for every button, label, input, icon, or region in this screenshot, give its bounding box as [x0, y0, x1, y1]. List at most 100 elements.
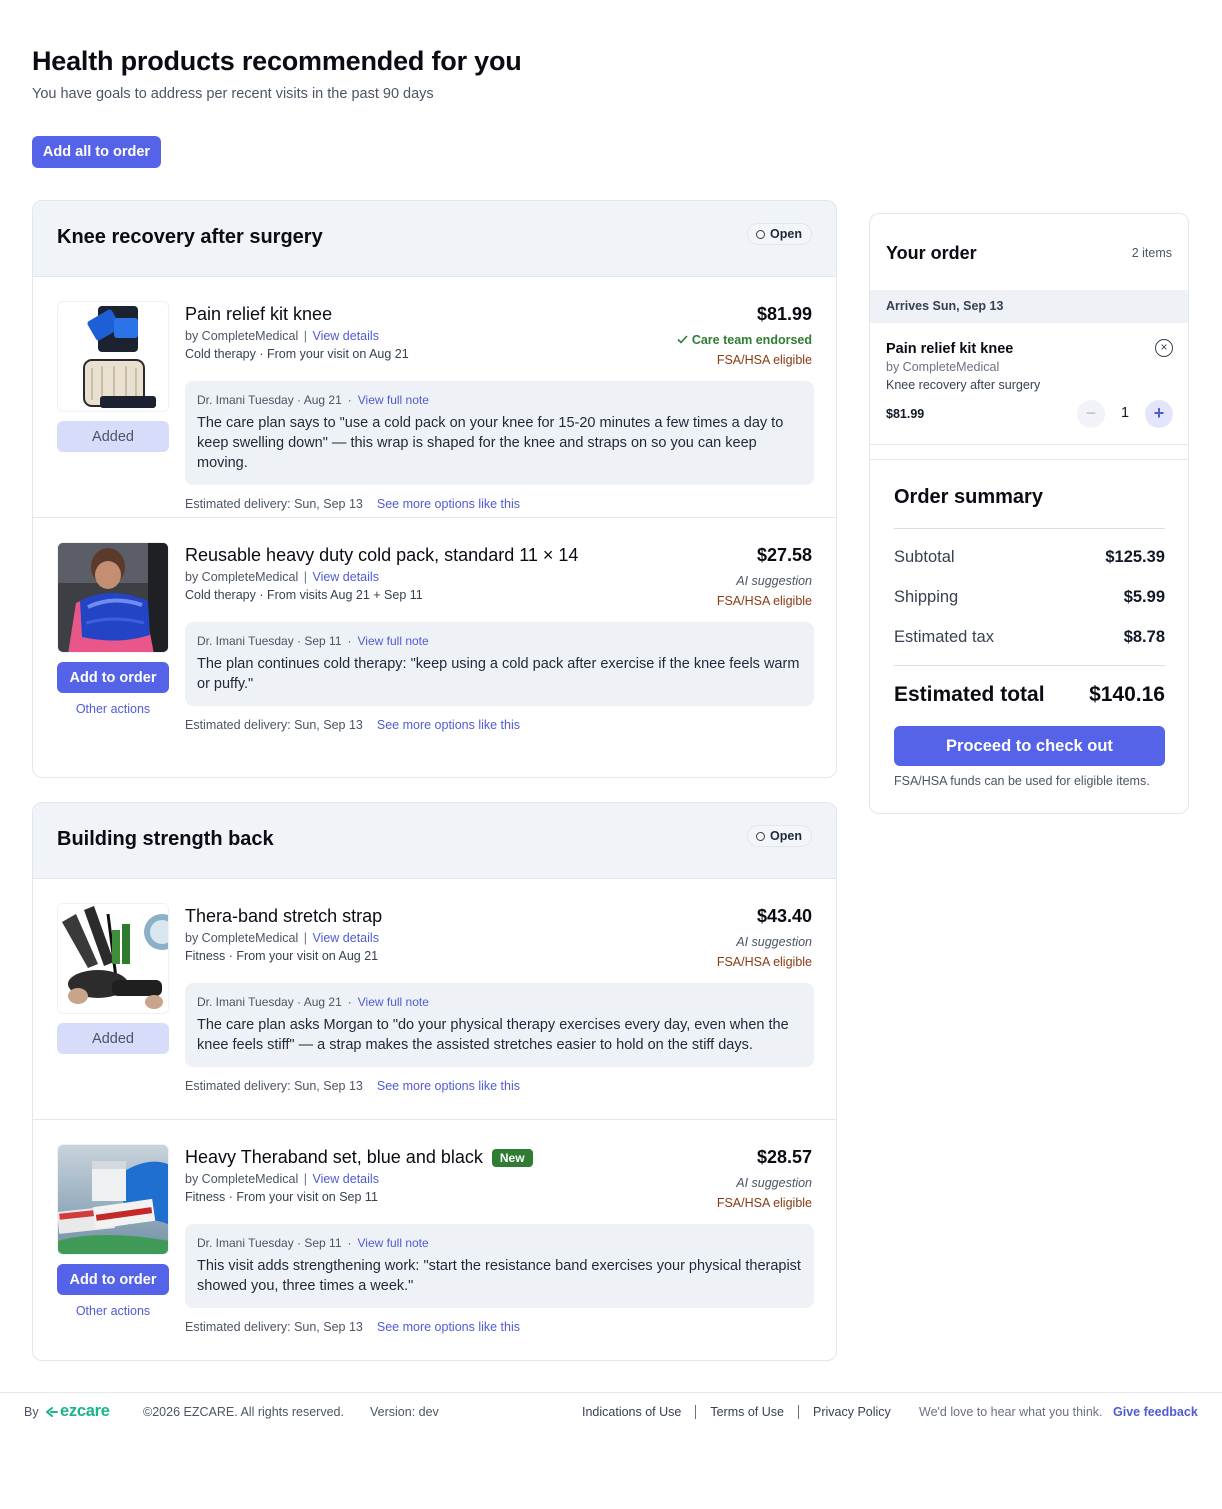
- page-title: Health products recommended for you: [32, 46, 522, 76]
- product-name-text: Thera-band stretch strap: [185, 906, 383, 926]
- note-separator: ·: [347, 995, 352, 1009]
- terms-of-use-link[interactable]: Terms of Use: [710, 1405, 784, 1419]
- add-all-button[interactable]: Add all to order: [32, 136, 161, 168]
- product-price: $28.57: [756, 1147, 812, 1167]
- stretch-strap-illustration: [58, 904, 168, 1013]
- view-details-link[interactable]: View details: [312, 570, 378, 584]
- goal-card-building-strength: Building strength back Open Added Thera-…: [32, 802, 837, 1361]
- vendor-name: by CompleteMedical: [185, 329, 299, 343]
- care-note: Dr. Imani Tuesday · Sep 11 · View full not…: [185, 622, 814, 706]
- product-vendor: by CompleteMedical | View details: [185, 570, 379, 584]
- delivery-info: Estimated delivery: Sun, Sep 13 See more …: [185, 497, 520, 511]
- see-more-options-link[interactable]: See more options like this: [377, 718, 520, 732]
- delivery-estimate: Estimated delivery: Sun, Sep 13: [185, 1079, 363, 1093]
- care-team-endorsed-tag: Care team endorsed: [677, 333, 812, 347]
- add-to-order-button[interactable]: Add to order: [57, 1264, 169, 1295]
- goal-title: Building strength back: [57, 828, 274, 850]
- endorsed-label: Care team endorsed: [691, 333, 812, 347]
- tax-row: Estimated tax $8.78: [894, 628, 1165, 647]
- indications-of-use-link[interactable]: Indications of Use: [582, 1405, 681, 1419]
- remove-item-icon[interactable]: ×: [1155, 339, 1173, 357]
- status-badge: Open: [747, 223, 812, 245]
- goal-title: Knee recovery after surgery: [57, 226, 323, 248]
- total-value: $140.16: [1089, 683, 1165, 706]
- added-button[interactable]: Added: [57, 1023, 169, 1054]
- subtotal-label: Subtotal: [894, 548, 955, 566]
- other-actions-link[interactable]: Other actions: [57, 1304, 169, 1318]
- delivery-info: Estimated delivery: Sun, Sep 13 See more …: [185, 718, 520, 732]
- view-full-note-link[interactable]: View full note: [358, 634, 429, 648]
- order-title: Your order: [886, 243, 977, 263]
- product-vendor: by CompleteMedical | View details: [185, 1172, 379, 1186]
- note-header: Dr. Imani Tuesday · Sep 11 · View full not…: [197, 1236, 802, 1250]
- product-name-text: Pain relief kit knee: [185, 304, 333, 324]
- product-name[interactable]: Heavy Theraband set, blue and black New: [185, 1147, 533, 1168]
- see-more-options-link[interactable]: See more options like this: [377, 1320, 520, 1334]
- product-image-theraband-set[interactable]: [57, 1144, 169, 1255]
- ezcare-logo-icon: [46, 1406, 58, 1417]
- product-name[interactable]: Pain relief kit knee: [185, 304, 332, 325]
- product-row: Added Thera-band stretch strap by Comple…: [33, 879, 836, 1120]
- note-header: Dr. Imani Tuesday · Sep 11 · View full not…: [197, 634, 802, 648]
- added-button[interactable]: Added: [57, 421, 169, 452]
- view-details-link[interactable]: View details: [312, 1172, 378, 1186]
- view-details-link[interactable]: View details: [312, 329, 378, 343]
- product-price: $43.40: [756, 906, 812, 926]
- note-header: Dr. Imani Tuesday · Aug 21 · View full not…: [197, 393, 802, 407]
- product-image-cold-pack[interactable]: [57, 542, 169, 653]
- product-meta: Fitness · From your visit on Sep 11: [185, 1190, 378, 1204]
- product-name-text: Heavy Theraband set, blue and black: [185, 1147, 483, 1167]
- delivery-info: Estimated delivery: Sun, Sep 13 See more …: [185, 1079, 520, 1093]
- give-feedback-link[interactable]: Give feedback: [1113, 1405, 1198, 1419]
- goal-card-knee-recovery: Knee recovery after surgery Open Added P…: [32, 200, 837, 778]
- note-header: Dr. Imani Tuesday · Aug 21 · View full not…: [197, 995, 802, 1009]
- status-label: Open: [770, 829, 802, 843]
- quantity-increase-button[interactable]: +: [1145, 400, 1173, 428]
- view-details-link[interactable]: View details: [312, 931, 378, 945]
- add-to-order-button[interactable]: Add to order: [57, 662, 169, 693]
- page-subtitle: You have goals to address per recent vis…: [32, 86, 434, 102]
- subtotal-row: Subtotal $125.39: [894, 548, 1165, 567]
- shipping-value: $5.99: [1123, 588, 1165, 606]
- see-more-options-link[interactable]: See more options like this: [377, 497, 520, 511]
- product-name-text: Reusable heavy duty cold pack, standard …: [185, 545, 579, 565]
- ai-suggestion-tag: AI suggestion: [736, 935, 812, 949]
- product-name[interactable]: Thera-band stretch strap: [185, 906, 382, 927]
- footer-links: Indications of Use Terms of Use Privacy …: [582, 1405, 891, 1419]
- product-vendor: by CompleteMedical | View details: [185, 931, 379, 945]
- product-vendor: by CompleteMedical | View details: [185, 329, 379, 343]
- care-note: Dr. Imani Tuesday · Sep 11 · View full not…: [185, 1224, 814, 1308]
- note-author: Dr. Imani Tuesday · Sep 11: [197, 1236, 342, 1250]
- note-text: The care plan asks Morgan to "do your ph…: [197, 1017, 789, 1053]
- vendor-separator: |: [303, 931, 307, 945]
- product-price: $27.58: [756, 545, 812, 565]
- ezcare-logo[interactable]: ezcare: [46, 1402, 110, 1421]
- subtotal-value: $125.39: [1105, 548, 1165, 566]
- view-full-note-link[interactable]: View full note: [358, 393, 429, 407]
- quantity-decrease-button[interactable]: −: [1077, 400, 1105, 428]
- view-full-note-link[interactable]: View full note: [358, 1236, 429, 1250]
- checkout-button[interactable]: Proceed to check out: [894, 726, 1165, 766]
- arrival-date: Arrives Sun, Sep 13: [870, 290, 1188, 323]
- product-name[interactable]: Reusable heavy duty cold pack, standard …: [185, 545, 578, 566]
- copyright: ©2026 EZCARE. All rights reserved.: [143, 1405, 344, 1419]
- fsa-note: FSA/HSA funds can be used for eligible i…: [894, 774, 1150, 788]
- other-actions-link[interactable]: Other actions: [57, 702, 169, 716]
- delivery-info: Estimated delivery: Sun, Sep 13 See more …: [185, 1320, 520, 1334]
- note-author: Dr. Imani Tuesday · Sep 11: [197, 634, 342, 648]
- note-author: Dr. Imani Tuesday · Aug 21: [197, 393, 342, 407]
- see-more-options-link[interactable]: See more options like this: [377, 1079, 520, 1093]
- view-full-note-link[interactable]: View full note: [358, 995, 429, 1009]
- fsa-eligible-tag: FSA/HSA eligible: [716, 955, 812, 969]
- divider: [798, 1405, 799, 1419]
- order-item-price: $81.99: [886, 407, 925, 421]
- order-summary-title: Order summary: [894, 486, 1043, 508]
- product-row: Add to order Other actions Reusable heav…: [33, 518, 836, 758]
- order-item-name: Pain relief kit knee: [886, 341, 1014, 357]
- product-price: $81.99: [756, 304, 812, 324]
- divider: [695, 1405, 697, 1419]
- product-image-knee-kit[interactable]: [57, 301, 169, 412]
- product-image-stretch-strap[interactable]: [57, 903, 169, 1014]
- privacy-policy-link[interactable]: Privacy Policy: [813, 1405, 891, 1419]
- quantity-value: 1: [1120, 405, 1130, 421]
